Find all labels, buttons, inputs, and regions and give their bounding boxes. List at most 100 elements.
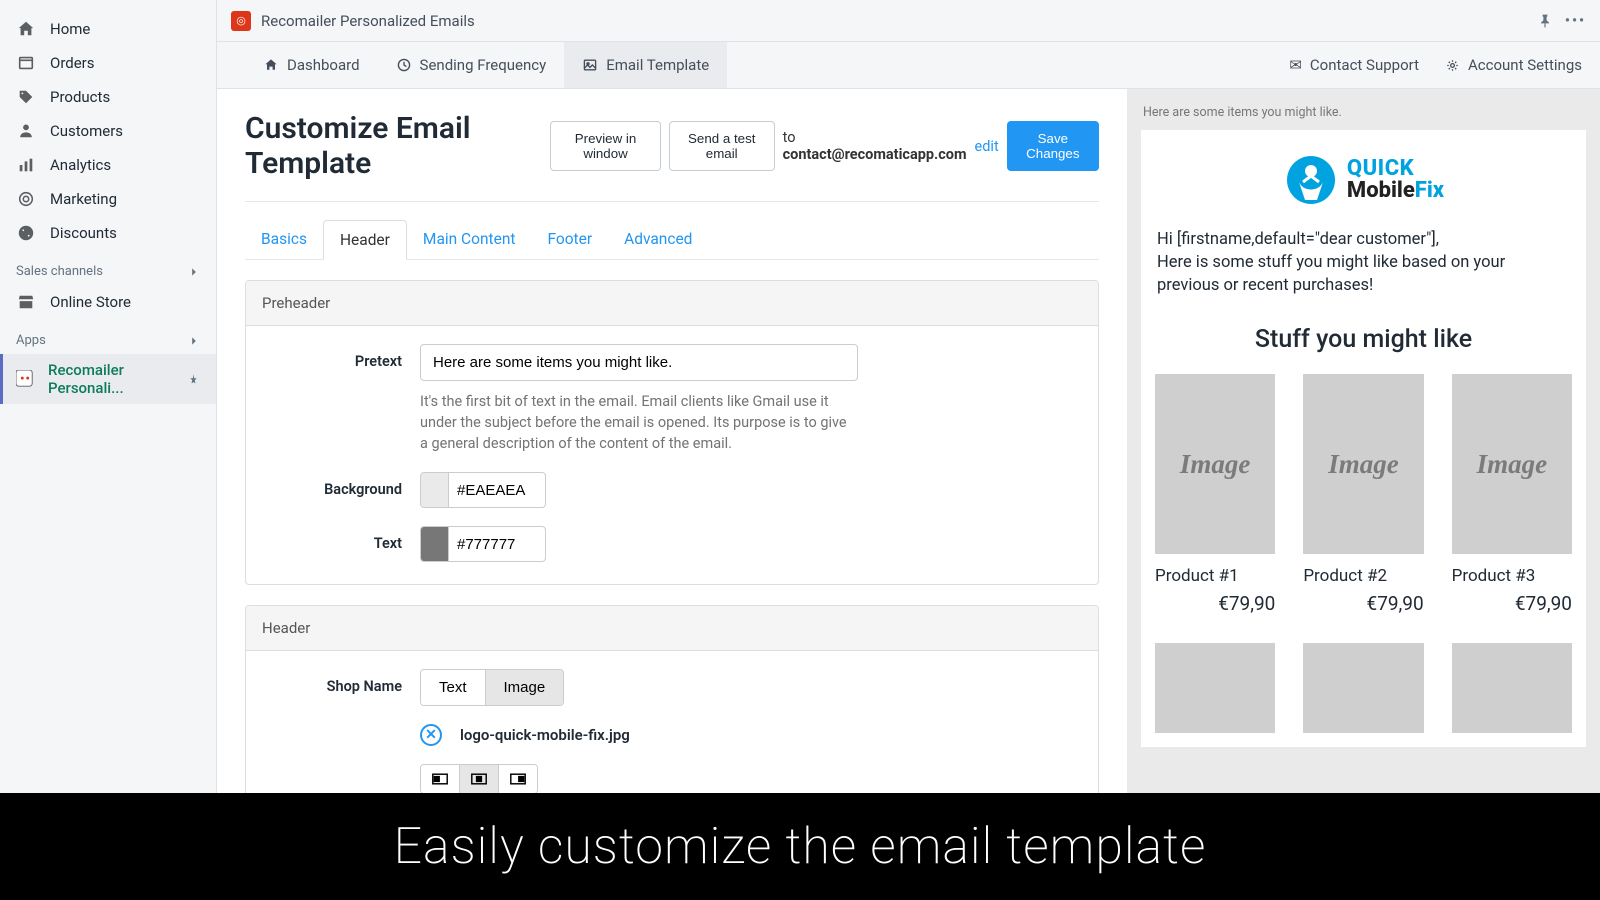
edit-recipient-link[interactable]: edit	[975, 138, 999, 155]
subtab-main-content[interactable]: Main Content	[407, 220, 532, 259]
sidebar-item-label: Online Store	[50, 293, 131, 311]
more-icon[interactable]: •••	[1565, 13, 1586, 29]
tab-email-template[interactable]: Email Template	[564, 42, 727, 88]
sidebar-item-label: Home	[50, 20, 90, 38]
topbar: ◎ Recomailer Personalized Emails •••	[217, 0, 1600, 42]
email-preview: Here are some items you might like. QUIC…	[1127, 89, 1600, 900]
page-title: Customize Email Template	[245, 111, 550, 181]
app-title: Recomailer Personalized Emails	[261, 12, 475, 30]
preview-product: Image Product #2 €79,90	[1303, 374, 1423, 615]
background-label: Background	[264, 472, 420, 508]
pin-icon[interactable]	[1537, 13, 1553, 29]
sidebar-section-apps: Apps	[0, 319, 216, 354]
sidebar-item-label: Discounts	[50, 224, 117, 242]
clock-icon	[396, 57, 412, 73]
sidebar-item-label: Marketing	[50, 190, 117, 208]
pretext-help: It's the first bit of text in the email.…	[420, 391, 858, 454]
preview-heading: Stuff you might like	[1155, 325, 1572, 354]
home-icon	[16, 19, 36, 39]
sidebar: Home Orders Products Customers Analytics…	[0, 0, 217, 900]
sidebar-item-recomailer[interactable]: Recomailer Personali...	[0, 354, 216, 404]
sidebar-item-products[interactable]: Products	[0, 80, 216, 114]
sidebar-item-home[interactable]: Home	[0, 12, 216, 46]
pretext-label: Pretext	[264, 344, 420, 454]
promo-banner: Easily customize the email template	[0, 793, 1600, 900]
preview-button[interactable]: Preview in window	[550, 121, 661, 171]
image-placeholder: Image	[1155, 374, 1275, 554]
text-color-input[interactable]	[420, 526, 546, 562]
shopname-toggle: Text Image	[420, 669, 564, 706]
sidebar-item-analytics[interactable]: Analytics	[0, 148, 216, 182]
orders-icon	[16, 53, 36, 73]
subtab-footer[interactable]: Footer	[531, 220, 608, 259]
sidebar-item-label: Orders	[50, 54, 95, 72]
subtab-basics[interactable]: Basics	[245, 220, 323, 259]
logo-filename: logo-quick-mobile-fix.jpg	[460, 726, 630, 744]
tabbar: Dashboard Sending Frequency Email Templa…	[217, 42, 1600, 89]
image-placeholder: Image	[1452, 374, 1572, 554]
panel-title: Preheader	[246, 281, 1098, 326]
account-settings-link[interactable]: Account Settings	[1445, 56, 1582, 74]
panel-title: Header	[246, 606, 1098, 651]
subtab-advanced[interactable]: Advanced	[608, 220, 708, 259]
sidebar-item-marketing[interactable]: Marketing	[0, 182, 216, 216]
preview-product: Image Product #1 €79,90	[1155, 374, 1275, 615]
pretext-input[interactable]	[420, 344, 858, 381]
shopname-image-option[interactable]: Image	[485, 670, 564, 705]
store-icon	[16, 292, 36, 312]
image-placeholder	[1452, 643, 1572, 733]
image-placeholder	[1303, 643, 1423, 733]
subtabs: Basics Header Main Content Footer Advanc…	[245, 220, 1099, 260]
align-left-option[interactable]	[421, 765, 459, 793]
mail-icon: ✉	[1289, 56, 1302, 74]
tag-icon	[16, 87, 36, 107]
preview-product: Image Product #3 €79,90	[1452, 374, 1572, 615]
sidebar-item-online-store[interactable]: Online Store	[0, 285, 216, 319]
remove-file-icon[interactable]: ✕	[420, 724, 442, 746]
app-icon	[16, 369, 34, 389]
align-center-option[interactable]	[459, 765, 498, 793]
sidebar-item-label: Analytics	[50, 156, 111, 174]
shopname-text-option[interactable]: Text	[421, 670, 485, 705]
home-icon	[263, 57, 279, 73]
sidebar-item-label: Recomailer Personali...	[48, 361, 187, 397]
color-swatch[interactable]	[421, 527, 449, 561]
save-button[interactable]: Save Changes	[1007, 121, 1099, 171]
image-icon	[582, 57, 598, 73]
preview-logo: QUICK MobileFix	[1155, 152, 1572, 208]
sidebar-item-orders[interactable]: Orders	[0, 46, 216, 80]
sidebar-section-sales: Sales channels	[0, 250, 216, 285]
preview-intro: Here is some stuff you might like based …	[1157, 251, 1570, 297]
tab-dashboard[interactable]: Dashboard	[245, 42, 378, 88]
tab-sending-frequency[interactable]: Sending Frequency	[378, 42, 565, 88]
percent-icon	[16, 223, 36, 243]
send-test-button[interactable]: Send a test email	[669, 121, 775, 171]
image-placeholder	[1155, 643, 1275, 733]
preview-preheader: Here are some items you might like.	[1141, 103, 1586, 130]
logo-icon	[1283, 152, 1339, 208]
preheader-panel: Preheader Pretext It's the first bit of …	[245, 280, 1099, 585]
logo-align-toggle	[420, 764, 538, 794]
app-badge-icon: ◎	[231, 11, 251, 31]
sidebar-item-label: Products	[50, 88, 110, 106]
header-panel: Header Shop Name Text Image	[245, 605, 1099, 820]
recipient-email: contact@recomaticapp.com	[783, 146, 967, 163]
pin-icon[interactable]	[187, 373, 200, 386]
chart-icon	[16, 155, 36, 175]
sidebar-item-label: Customers	[50, 122, 123, 140]
sidebar-item-discounts[interactable]: Discounts	[0, 216, 216, 250]
align-right-option[interactable]	[498, 765, 537, 793]
background-color-input[interactable]	[420, 472, 546, 508]
color-hex-input[interactable]	[449, 536, 545, 553]
user-icon	[16, 121, 36, 141]
color-hex-input[interactable]	[449, 482, 545, 499]
subtab-header[interactable]: Header	[323, 220, 407, 260]
image-placeholder: Image	[1303, 374, 1423, 554]
color-swatch[interactable]	[421, 473, 449, 507]
contact-support-link[interactable]: ✉ Contact Support	[1289, 56, 1419, 74]
sidebar-item-customers[interactable]: Customers	[0, 114, 216, 148]
chevron-right-icon[interactable]	[188, 266, 200, 278]
gear-icon	[1445, 58, 1460, 73]
chevron-right-icon[interactable]	[188, 335, 200, 347]
preview-greeting: Hi [firstname,default="dear customer"],	[1157, 228, 1570, 251]
